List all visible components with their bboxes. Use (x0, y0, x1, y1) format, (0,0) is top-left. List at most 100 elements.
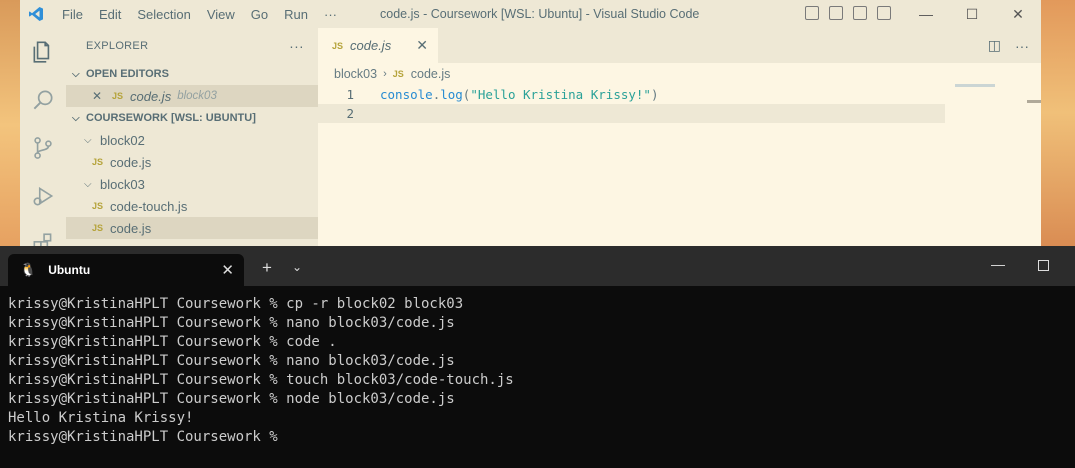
terminal-line: krissy@KristinaHPLT Coursework % cp -r b… (8, 296, 464, 312)
menu-more[interactable]: ··· (316, 7, 345, 22)
chevron-down-icon[interactable]: ⌄ (292, 260, 302, 274)
breadcrumb-file[interactable]: code.js (411, 67, 451, 81)
close-icon[interactable]: ✕ (416, 37, 428, 54)
toggle-panel-icon[interactable] (829, 6, 843, 20)
explorer-sidebar: EXPLORER ··· ⌵ OPEN EDITORS ✕ JS code.js… (66, 28, 318, 250)
run-debug-icon[interactable] (20, 172, 66, 220)
maximize-button[interactable]: ☐ (949, 0, 995, 28)
workspace-section[interactable]: ⌵ COURSEWORK [WSL: UBUNTU] (66, 107, 318, 129)
tree-folder-block02[interactable]: ⌵ block02 (66, 129, 318, 151)
terminal-output[interactable]: krissy@KristinaHPLT Coursework % cp -r b… (0, 286, 1075, 447)
search-icon[interactable] (20, 76, 66, 124)
terminal-line: krissy@KristinaHPLT Coursework % nano bl… (8, 353, 455, 369)
tree-file-code-js-selected[interactable]: JS code.js (66, 217, 318, 239)
customize-layout-icon[interactable] (877, 6, 891, 20)
breadcrumb-folder[interactable]: block03 (334, 67, 377, 81)
workspace-label: COURSEWORK [WSL: UBUNTU] (86, 112, 256, 124)
maximize-button[interactable] (1038, 260, 1049, 271)
window-controls: — ☐ ✕ (903, 0, 1041, 28)
js-file-icon: JS (392, 69, 404, 79)
menu-edit[interactable]: Edit (91, 7, 129, 22)
code-string: "Hello Kristina Krissy!" (470, 87, 651, 102)
chevron-down-icon: ⌵ (72, 112, 80, 124)
js-file-icon: JS (332, 40, 344, 51)
terminal-tab-ubuntu[interactable]: 🐧 Ubuntu ✕ (8, 254, 244, 286)
scrollbar-indicator[interactable] (1027, 100, 1041, 103)
minimap[interactable] (955, 84, 995, 87)
js-file-icon: JS (92, 201, 104, 211)
desktop-wallpaper-right (1041, 0, 1075, 250)
folder-label: block02 (100, 132, 145, 148)
explorer-header: EXPLORER ··· (66, 28, 318, 63)
line-number: 2 (346, 106, 354, 121)
editor-actions: ◫ ··· (988, 28, 1029, 63)
tree-file-code-js[interactable]: JS code.js (66, 151, 318, 173)
terminal-tab-title: Ubuntu (48, 263, 91, 277)
close-icon[interactable]: ✕ (92, 89, 112, 103)
open-editors-label: OPEN EDITORS (86, 68, 169, 80)
code-token: ) (650, 87, 659, 102)
file-label: code-touch.js (110, 198, 188, 214)
layout-controls (805, 6, 891, 20)
close-icon[interactable]: ✕ (221, 261, 234, 279)
toggle-sidebar-icon[interactable] (805, 6, 819, 20)
chevron-down-icon: ⌵ (72, 68, 80, 80)
code-token: ( (462, 87, 471, 102)
code-line: 1 console. log("Hello Kristina Krissy!") (318, 85, 1041, 104)
tree-folder-block03[interactable]: ⌵ block03 (66, 173, 318, 195)
terminal-line: krissy@KristinaHPLT Coursework % touch b… (8, 372, 514, 388)
vscode-logo-icon (29, 7, 43, 21)
editor-tab-bar: JS code.js ✕ ◫ ··· (318, 28, 1041, 63)
chevron-down-icon: ⌵ (84, 178, 92, 190)
tab-label: code.js (350, 38, 392, 53)
terminal-line: krissy@KristinaHPLT Coursework % code . (8, 334, 337, 350)
toggle-secondary-sidebar-icon[interactable] (853, 6, 867, 20)
source-control-icon[interactable] (20, 124, 66, 172)
menu-run[interactable]: Run (276, 7, 316, 22)
menu-go[interactable]: Go (243, 7, 276, 22)
file-label: code.js (110, 154, 152, 170)
menu-file[interactable]: File (54, 7, 91, 22)
terminal-tab-bar: 🐧 Ubuntu ✕ + ⌄ — (0, 246, 1075, 286)
menu-view[interactable]: View (199, 7, 243, 22)
terminal-window: 🐧 Ubuntu ✕ + ⌄ — krissy@KristinaHPLT Cou… (0, 246, 1075, 468)
code-token: . (432, 87, 441, 102)
menu-selection[interactable]: Selection (129, 7, 198, 22)
title-bar: File Edit Selection View Go Run ··· code… (20, 0, 1041, 28)
minimize-button[interactable]: — (903, 0, 949, 28)
split-editor-icon[interactable]: ◫ (988, 37, 1001, 54)
line-number: 1 (346, 87, 354, 102)
open-editor-desc: block03 (177, 90, 217, 102)
terminal-line: krissy@KristinaHPLT Coursework % node bl… (8, 391, 455, 407)
open-editor-name: code.js (130, 88, 172, 104)
file-label: code.js (110, 220, 152, 236)
terminal-line: Hello Kristina Krissy! (8, 410, 194, 426)
minimize-button[interactable]: — (991, 256, 1005, 272)
more-actions-icon[interactable]: ··· (1015, 38, 1029, 54)
terminal-prompt: krissy@KristinaHPLT Coursework % (8, 429, 278, 445)
editor-area: JS code.js ✕ ◫ ··· block03 › JS code.js … (318, 28, 1041, 250)
tree-file-code-touch-js[interactable]: JS code-touch.js (66, 195, 318, 217)
code-token: log (440, 87, 463, 102)
js-file-icon: JS (112, 91, 124, 101)
code-token: console (380, 87, 433, 102)
js-file-icon: JS (92, 157, 104, 167)
code-editor[interactable]: 1 console. log("Hello Kristina Krissy!") … (318, 85, 1041, 123)
new-tab-button[interactable]: + (262, 258, 272, 278)
open-editors-section[interactable]: ⌵ OPEN EDITORS (66, 63, 318, 85)
chevron-right-icon: › (383, 68, 387, 80)
linux-tux-icon: 🐧 (20, 262, 37, 277)
chevron-down-icon: ⌵ (84, 134, 92, 146)
explorer-more-button[interactable]: ··· (289, 38, 304, 54)
vscode-window: File Edit Selection View Go Run ··· code… (20, 0, 1041, 250)
terminal-line: krissy@KristinaHPLT Coursework % nano bl… (8, 315, 455, 331)
open-editor-item[interactable]: ✕ JS code.js block03 (66, 85, 318, 107)
desktop-wallpaper (0, 0, 20, 250)
explorer-icon[interactable] (20, 28, 66, 76)
folder-label: block03 (100, 176, 145, 192)
close-button[interactable]: ✕ (995, 0, 1041, 28)
explorer-title: EXPLORER (86, 39, 149, 52)
editor-tab-code-js[interactable]: JS code.js ✕ (318, 28, 438, 63)
window-title: code.js - Coursework [WSL: Ubuntu] - Vis… (380, 7, 700, 21)
code-line-current: 2 (318, 104, 945, 123)
